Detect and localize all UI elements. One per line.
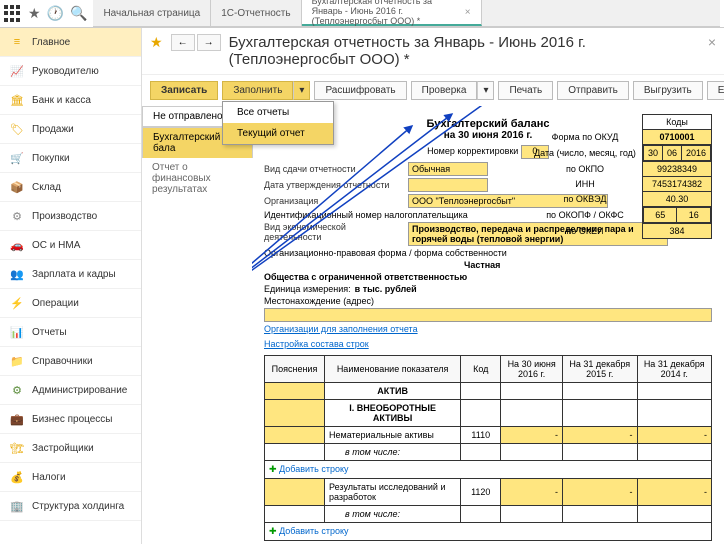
- search-icon[interactable]: 🔍: [70, 5, 87, 22]
- sidebar-icon: 🏷: [10, 122, 24, 136]
- sidebar-label: Продажи: [32, 124, 74, 135]
- org-link[interactable]: Организации для заполнения отчета: [264, 324, 418, 334]
- appr-date-input[interactable]: [408, 178, 488, 192]
- sidebar-item[interactable]: 🏢 Структура холдинга: [0, 492, 141, 521]
- add-row-link-2[interactable]: ✚ Добавить строку: [265, 523, 712, 541]
- more-button[interactable]: Еще: [707, 81, 724, 100]
- sidebar-item[interactable]: 📊 Отчеты: [0, 318, 141, 347]
- check-dd[interactable]: ▾: [477, 81, 494, 100]
- row-setup-link[interactable]: Настройка состава строк: [264, 339, 712, 349]
- sidebar-label: Структура холдинга: [32, 501, 124, 512]
- codes-table: Коды Форма по ОКУД0710001 Дата (число, м…: [528, 114, 712, 239]
- sidebar-item[interactable]: 🛒 Покупки: [0, 144, 141, 173]
- fill-menu: Все отчеты Текущий отчет: [222, 101, 334, 145]
- sidebar-item[interactable]: 🏷 Продажи: [0, 115, 141, 144]
- sidebar-label: Производство: [32, 211, 97, 222]
- tab-report[interactable]: 1С-Отчетность: [211, 0, 301, 26]
- sidebar-label: Склад: [32, 182, 61, 193]
- sidebar-icon: 🛒: [10, 151, 24, 165]
- sidebar-icon: ⚡: [10, 296, 24, 310]
- sidebar-icon: 💰: [10, 470, 24, 484]
- sidebar-icon: ≡: [10, 35, 24, 49]
- sidebar-label: Банк и касса: [32, 95, 91, 106]
- sidebar-item[interactable]: 🏗 Застройщики: [0, 434, 141, 463]
- sidebar-item[interactable]: 🏛 Банк и касса: [0, 86, 141, 115]
- sidebar: ≡ Главное 📈 Руководителю 🏛 Банк и касса 🏷 Прода…: [0, 28, 142, 544]
- sidebar-label: Руководителю: [32, 66, 99, 77]
- sidebar-label: Зарплата и кадры: [32, 269, 116, 280]
- tab-home[interactable]: Начальная страница: [93, 0, 211, 26]
- tab-active[interactable]: Бухгалтерская отчетность за Январь - Июн…: [302, 0, 482, 26]
- sidebar-item[interactable]: 🚗 ОС и НМА: [0, 231, 141, 260]
- sidebar-icon: 📁: [10, 354, 24, 368]
- star-icon[interactable]: ★: [150, 34, 163, 51]
- fwd-button[interactable]: →: [197, 34, 221, 51]
- fill-dropdown[interactable]: ▾: [293, 81, 310, 100]
- sidebar-item[interactable]: 📦 Склад: [0, 173, 141, 202]
- sidebar-icon: 🚗: [10, 238, 24, 252]
- sidebar-label: Справочники: [32, 356, 93, 367]
- sidebar-item[interactable]: 📈 Руководителю: [0, 57, 141, 86]
- sidebar-icon: 👥: [10, 267, 24, 281]
- print-button[interactable]: Печать: [498, 81, 553, 100]
- sidebar-icon: 🏛: [10, 93, 24, 107]
- close-icon[interactable]: ×: [465, 7, 471, 18]
- sidebar-item[interactable]: ⚡ Операции: [0, 289, 141, 318]
- sidebar-label: Администрирование: [32, 385, 127, 396]
- sidebar-item[interactable]: ≡ Главное: [0, 28, 141, 57]
- sidebar-label: ОС и НМА: [32, 240, 80, 251]
- sidebar-label: Главное: [32, 37, 70, 48]
- check-button[interactable]: Проверка: [411, 81, 478, 100]
- table-row[interactable]: Нематериальные активы1110---: [265, 427, 712, 444]
- dd-all[interactable]: Все отчеты: [223, 102, 333, 123]
- sidebar-label: Налоги: [32, 472, 66, 483]
- apps-icon[interactable]: [4, 5, 22, 23]
- favorite-icon[interactable]: ★: [28, 5, 41, 22]
- sidebar-icon: 🏗: [10, 441, 24, 455]
- subm-type-input[interactable]: Обычная: [408, 162, 488, 176]
- sidebar-icon: 🏢: [10, 499, 24, 513]
- table-row[interactable]: Результаты исследований и разработок1120…: [265, 479, 712, 506]
- sidebar-icon: ⚙: [10, 209, 24, 223]
- sidebar-icon: 📊: [10, 325, 24, 339]
- sidebar-item[interactable]: 💰 Налоги: [0, 463, 141, 492]
- close-page-icon[interactable]: ×: [708, 34, 716, 50]
- balance-table: ПоясненияНаименование показателяКодНа 30…: [264, 355, 712, 541]
- sidebar-label: Застройщики: [32, 443, 94, 454]
- sidebar-icon: 💼: [10, 412, 24, 426]
- back-button[interactable]: ←: [171, 34, 195, 51]
- sidebar-label: Операции: [32, 298, 79, 309]
- subtab-finres[interactable]: Отчет о финансовых результатах: [142, 158, 252, 199]
- sidebar-icon: 📈: [10, 64, 24, 78]
- fill-button[interactable]: Заполнить: [222, 81, 293, 100]
- sidebar-item[interactable]: ⚙ Администрирование: [0, 376, 141, 405]
- sidebar-item[interactable]: ⚙ Производство: [0, 202, 141, 231]
- dd-current[interactable]: Текущий отчет: [223, 123, 333, 144]
- save-button[interactable]: Записать: [150, 81, 218, 100]
- decode-button[interactable]: Расшифровать: [314, 81, 406, 100]
- sidebar-icon: 📦: [10, 180, 24, 194]
- sidebar-label: Покупки: [32, 153, 70, 164]
- sidebar-icon: ⚙: [10, 383, 24, 397]
- sidebar-label: Бизнес процессы: [32, 414, 113, 425]
- unload-button[interactable]: Выгрузить: [633, 81, 703, 100]
- sidebar-item[interactable]: 👥 Зарплата и кадры: [0, 260, 141, 289]
- sidebar-label: Отчеты: [32, 327, 67, 338]
- page-title: Бухгалтерская отчетность за Январь - Июн…: [229, 34, 700, 68]
- report-area: Коды Форма по ОКУД0710001 Дата (число, м…: [252, 106, 724, 544]
- send-button[interactable]: Отправить: [557, 81, 629, 100]
- sidebar-item[interactable]: 📁 Справочники: [0, 347, 141, 376]
- history-icon[interactable]: 🕐: [47, 5, 64, 22]
- add-row-link[interactable]: ✚ Добавить строку: [265, 461, 712, 479]
- sidebar-item[interactable]: 💼 Бизнес процессы: [0, 405, 141, 434]
- addr-input[interactable]: [264, 308, 712, 322]
